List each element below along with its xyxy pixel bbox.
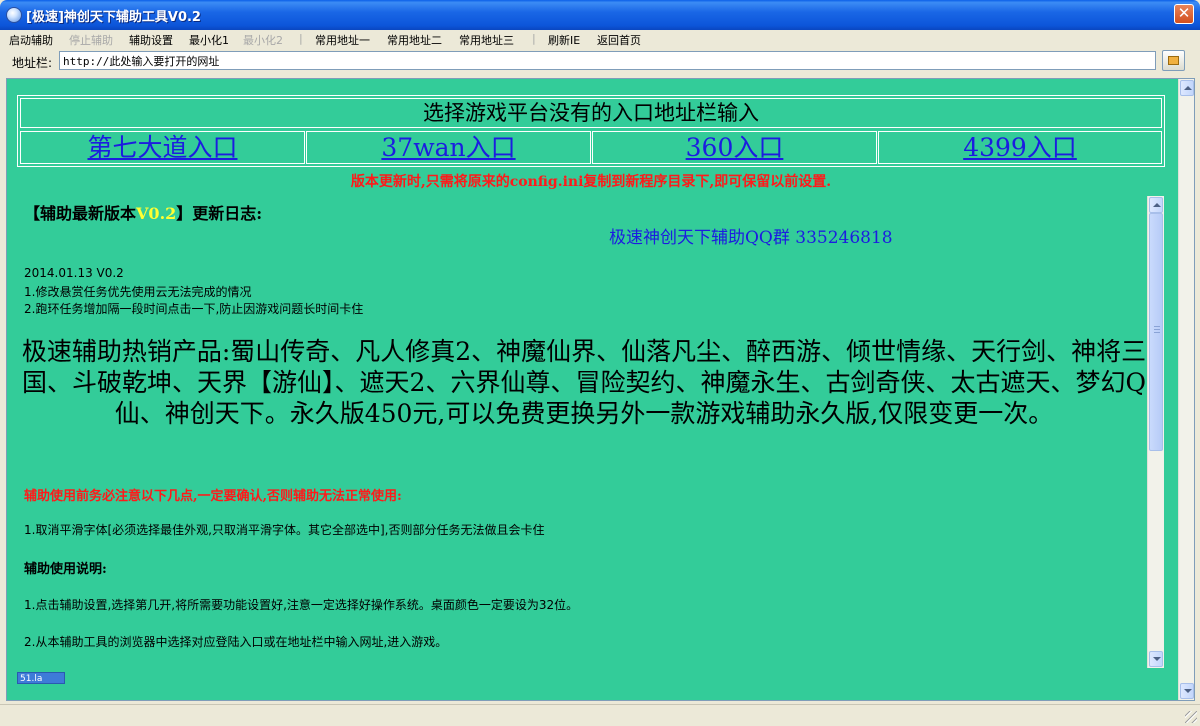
changelog-item: 1.修改悬赏任务优先使用云无法完成的情况 [24, 285, 252, 299]
title-bar[interactable]: [极速]神创天下辅助工具V0.2 ✕ [0, 0, 1200, 30]
menu-minimize-1[interactable]: 最小化1 [189, 32, 229, 48]
changelog-title-prefix: 【辅助最新版本 [24, 204, 137, 223]
chevron-down-icon [1184, 689, 1192, 693]
menu-common-address-1[interactable]: 常用地址一 [315, 32, 370, 48]
entry-cell: 第七大道入口 [20, 131, 305, 164]
update-notice: 版本更新时,只需将原来的config.ini复制到新程序目录下,即可保留以前设置… [350, 174, 832, 190]
chevron-down-icon [1153, 657, 1161, 661]
menu-start-assist[interactable]: 启动辅助 [9, 32, 53, 48]
grip-line [1154, 332, 1160, 333]
changelog-version: V0.2 [136, 204, 177, 223]
usage-item: 2.从本辅助工具的浏览器中选择对应登陆入口或在地址栏中输入网址,进入游戏。 [24, 635, 448, 649]
changelog-title-suffix: 】更新日志: [176, 204, 263, 223]
page-scroll-up-button[interactable] [1180, 80, 1194, 96]
changelog-item: 2.跑环任务增加隔一段时间点击一下,防止因游戏问题长时间卡住 [24, 302, 364, 316]
menu-minimize-2[interactable]: 最小化2 [243, 32, 283, 48]
window-title: [极速]神创天下辅助工具V0.2 [26, 10, 201, 25]
entry-cell: 4399入口 [878, 131, 1162, 164]
menu-common-address-2[interactable]: 常用地址二 [387, 32, 442, 48]
entry-link-7road[interactable]: 第七大道入口 [87, 133, 237, 162]
scroll-down-button[interactable] [1149, 651, 1163, 667]
entry-cell: 360入口 [592, 131, 877, 164]
chevron-up-icon [1153, 203, 1161, 207]
entry-link-37wan[interactable]: 37wan入口 [381, 133, 515, 162]
resize-grip-icon[interactable] [1185, 711, 1197, 723]
app-icon [6, 7, 22, 23]
address-label: 地址栏: [12, 56, 53, 70]
changelog-date: 2014.01.13 V0.2 [24, 266, 124, 280]
entry-link-4399[interactable]: 4399入口 [963, 133, 1077, 162]
grip-line [1154, 326, 1160, 327]
usage-item: 1.点击辅助设置,选择第几开,将所需要功能设置好,注意一定选择好操作系统。桌面颜… [24, 598, 579, 612]
entry-table: 选择游戏平台没有的入口地址栏输入 第七大道入口 37wan入口 360入口 43… [17, 95, 1165, 167]
status-bar [0, 704, 1200, 726]
menu-assist-settings[interactable]: 辅助设置 [129, 32, 173, 48]
changelog-scrollbar[interactable] [1147, 196, 1164, 668]
address-bar: 地址栏: [0, 49, 1200, 73]
qq-group-text: 极速神创天下辅助QQ群 335246818 [609, 228, 893, 248]
entry-cell: 37wan入口 [306, 131, 591, 164]
entry-table-title: 选择游戏平台没有的入口地址栏输入 [20, 98, 1162, 128]
menu-separator: | [299, 32, 303, 45]
menu-separator: | [532, 32, 536, 45]
scroll-thumb[interactable] [1149, 213, 1163, 451]
chevron-up-icon [1184, 86, 1192, 90]
go-arrow-icon [1168, 56, 1179, 65]
changelog-title: 【辅助最新版本V0.2】更新日志: [24, 200, 262, 224]
menu-stop-assist[interactable]: 停止辅助 [69, 32, 113, 48]
grip-line [1154, 329, 1160, 330]
warning-text: 辅助使用前务必注意以下几点,一定要确认,否则辅助无法正常使用: [24, 489, 402, 504]
entry-link-360[interactable]: 360入口 [686, 133, 784, 162]
warning-item: 1.取消平滑字体[必须选择最佳外观,只取消平滑字体。其它全部选中],否则部分任务… [24, 523, 545, 537]
browser-view[interactable]: 选择游戏平台没有的入口地址栏输入 第七大道入口 37wan入口 360入口 43… [6, 78, 1195, 701]
menu-refresh-ie[interactable]: 刷新IE [548, 32, 580, 48]
scroll-up-button[interactable] [1149, 197, 1163, 213]
page-scroll-down-button[interactable] [1180, 683, 1194, 699]
usage-title: 辅助使用说明: [24, 562, 107, 577]
menu-common-address-3[interactable]: 常用地址三 [459, 32, 514, 48]
address-input[interactable] [59, 51, 1156, 70]
changelog-frame[interactable]: 【辅助最新版本V0.2】更新日志: 极速神创天下辅助QQ群 335246818 … [17, 196, 1164, 668]
menu-return-home[interactable]: 返回首页 [597, 32, 641, 48]
go-button[interactable] [1162, 50, 1185, 71]
menu-bar: 启动辅助 停止辅助 辅助设置 最小化1 最小化2 | 常用地址一 常用地址二 常… [0, 30, 1200, 48]
stats-badge[interactable]: 51.la [17, 672, 65, 684]
close-button[interactable]: ✕ [1174, 4, 1194, 24]
promo-text: 极速辅助热销产品:蜀山传奇、凡人修真2、神魔仙界、仙落凡尘、醉西游、倾世情缘、天… [21, 337, 1147, 428]
page-scrollbar[interactable] [1178, 79, 1194, 700]
